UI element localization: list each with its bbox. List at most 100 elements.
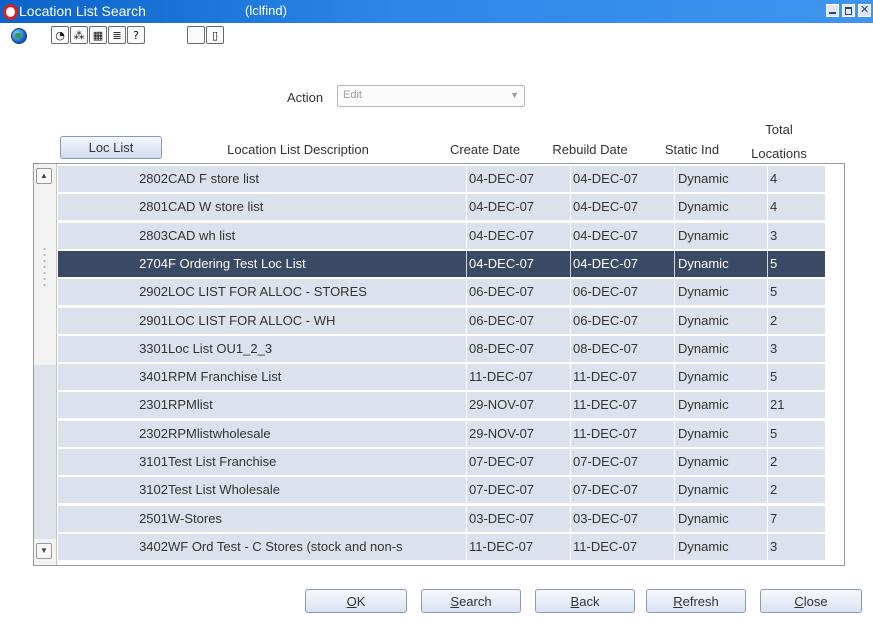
cell-desc: LOC LIST FOR ALLOC - WH bbox=[168, 312, 336, 328]
table-row[interactable]: 2301 RPMlist 29-NOV-07 11-DEC-07 Dynamic 21 bbox=[58, 392, 825, 419]
column-separator bbox=[570, 250, 571, 277]
cell-static: Dynamic bbox=[678, 510, 729, 526]
column-separator bbox=[570, 335, 571, 362]
blank-icon[interactable] bbox=[187, 26, 205, 44]
cell-desc: CAD wh list bbox=[168, 227, 236, 243]
cell-rebuild: 04-DEC-07 bbox=[573, 199, 639, 215]
column-separator bbox=[466, 533, 467, 560]
cell-rebuild: 08-DEC-07 bbox=[573, 340, 639, 356]
calendar-icon[interactable]: ▦ bbox=[89, 26, 107, 44]
cell-desc: WF Ord Test - C Stores (stock and non-s bbox=[168, 538, 403, 554]
ok-mnemonic: O bbox=[346, 593, 357, 609]
cell-desc: RPMlistwholesale bbox=[168, 425, 271, 441]
cell-rebuild: 07-DEC-07 bbox=[573, 454, 639, 469]
cell-total: 7 bbox=[770, 510, 778, 526]
column-separator bbox=[466, 307, 467, 334]
scroll-down-icon[interactable]: ▼ bbox=[36, 543, 52, 559]
back-label: ack bbox=[579, 593, 600, 609]
column-separator bbox=[466, 250, 467, 277]
location-list-table: ▲ ▼ 2802 CAD F store list 04-DEC-07 04-DEC-… bbox=[33, 163, 845, 566]
back-button[interactable]: Back bbox=[535, 589, 635, 613]
new-document-icon[interactable]: ▯ bbox=[206, 26, 224, 44]
table-row[interactable]: 2902 LOC LIST FOR ALLOC - STORES 06-DEC-07… bbox=[58, 279, 825, 306]
column-separator bbox=[674, 533, 675, 560]
table-row[interactable]: 2803 CAD wh list 04-DEC-07 04-DEC-07 Dynamic… bbox=[58, 222, 825, 249]
column-separator bbox=[570, 307, 571, 334]
cell-create: 06-DEC-07 bbox=[469, 284, 535, 300]
question-icon[interactable]: ? bbox=[127, 26, 145, 44]
search-mnemonic: S bbox=[450, 593, 460, 609]
help-circle-icon[interactable]: ◔ bbox=[51, 26, 69, 44]
minimize-icon[interactable] bbox=[826, 4, 839, 17]
action-select[interactable]: Edit ▼ bbox=[337, 85, 525, 107]
find-icon[interactable]: ⁂ bbox=[70, 26, 88, 44]
scrollbar-track-lower[interactable] bbox=[34, 365, 56, 539]
toolbar: ◔ ⁂ ▦ ≣ ? ▯ bbox=[0, 23, 873, 49]
notes-icon[interactable]: ≣ bbox=[108, 26, 126, 44]
table-row[interactable]: 3102 Test List Wholesale 07-DEC-07 07-DEC-0… bbox=[58, 477, 825, 504]
cell-create: 04-DEC-07 bbox=[469, 199, 535, 215]
table-row[interactable]: 2802 CAD F store list 04-DEC-07 04-DEC-07 Dy… bbox=[58, 166, 825, 192]
cell-total: 2 bbox=[770, 482, 778, 498]
cell-static: Dynamic bbox=[678, 538, 729, 554]
column-separator bbox=[570, 420, 571, 447]
cell-create: 11-DEC-07 bbox=[469, 538, 534, 554]
cell-rebuild: 07-DEC-07 bbox=[573, 482, 639, 498]
cell-id: 2801 bbox=[139, 199, 168, 215]
action-value: Edit bbox=[343, 89, 362, 101]
cell-id: 2501 bbox=[139, 510, 168, 526]
close-icon[interactable]: ✕ bbox=[858, 3, 871, 17]
cell-create: 07-DEC-07 bbox=[469, 482, 535, 498]
cell-total: 5 bbox=[770, 284, 778, 300]
table-row[interactable]: 2501 W-Stores 03-DEC-07 03-DEC-07 Dynamic 7 bbox=[58, 505, 825, 532]
table-row[interactable]: 2302 RPMlistwholesale 29-NOV-07 11-DEC-07 Dy… bbox=[58, 420, 825, 447]
column-separator bbox=[767, 420, 768, 447]
cell-desc: F Ordering Test Loc List bbox=[168, 255, 306, 271]
loc-list-button[interactable]: Loc List bbox=[60, 136, 162, 159]
scroll-up-icon[interactable]: ▲ bbox=[36, 168, 52, 184]
refresh-mnemonic: R bbox=[673, 593, 683, 609]
close-mnemonic: C bbox=[794, 593, 804, 609]
cell-total: 2 bbox=[770, 312, 778, 328]
title-bar: Location List Search (lclfind) ✕ bbox=[0, 0, 873, 23]
column-separator bbox=[466, 194, 467, 221]
search-button[interactable]: Search bbox=[421, 589, 521, 613]
maximize-icon[interactable] bbox=[842, 4, 855, 17]
back-mnemonic: B bbox=[570, 593, 580, 609]
column-separator bbox=[767, 279, 768, 306]
cell-total: 3 bbox=[770, 538, 778, 554]
table-row[interactable]: 2901 LOC LIST FOR ALLOC - WH 06-DEC-07 06-D… bbox=[58, 307, 825, 334]
column-separator bbox=[570, 166, 571, 192]
table-row[interactable]: 2801 CAD W store list 04-DEC-07 04-DEC-07 Dy… bbox=[58, 194, 825, 221]
cell-total: 3 bbox=[770, 340, 778, 356]
column-separator bbox=[570, 477, 571, 504]
table-row[interactable]: 3301 Loc List OU1_2_3 08-DEC-07 08-DEC-07 Dy… bbox=[58, 335, 825, 362]
column-separator bbox=[570, 364, 571, 391]
column-separator bbox=[674, 392, 675, 419]
column-separator bbox=[674, 335, 675, 362]
cell-desc: LOC LIST FOR ALLOC - STORES bbox=[168, 284, 367, 300]
window-title: Location List Search bbox=[19, 3, 146, 19]
table-row[interactable]: 3401 RPM Franchise List 11-DEC-07 11-DEC-07… bbox=[58, 364, 825, 391]
cell-desc: CAD W store list bbox=[168, 199, 264, 215]
table-row[interactable]: 3101 Test List Franchise 07-DEC-07 07-DEC-0… bbox=[58, 449, 825, 475]
column-separator bbox=[767, 505, 768, 532]
cell-total: 5 bbox=[770, 255, 778, 271]
refresh-button[interactable]: Refresh bbox=[646, 589, 746, 613]
refresh-label: efresh bbox=[682, 593, 719, 609]
close-button[interactable]: Close bbox=[760, 589, 862, 613]
column-separator bbox=[466, 364, 467, 391]
cell-static: Dynamic bbox=[678, 255, 729, 271]
vertical-scrollbar[interactable]: ▲ ▼ bbox=[34, 164, 57, 565]
globe-icon[interactable] bbox=[11, 28, 27, 44]
scrollbar-grip[interactable] bbox=[42, 246, 47, 286]
cell-id: 3301 bbox=[139, 340, 168, 356]
cell-static: Dynamic bbox=[678, 482, 729, 498]
cell-static: Dynamic bbox=[678, 171, 729, 186]
table-row[interactable]: 2704 F Ordering Test Loc List 04-DEC-07 04-… bbox=[58, 250, 825, 277]
cell-id: 2803 bbox=[139, 227, 168, 243]
column-separator bbox=[767, 222, 768, 249]
table-row[interactable]: 3402 WF Ord Test - C Stores (stock and no… bbox=[58, 533, 825, 560]
ok-button[interactable]: OK bbox=[305, 589, 407, 613]
column-separator bbox=[466, 449, 467, 475]
